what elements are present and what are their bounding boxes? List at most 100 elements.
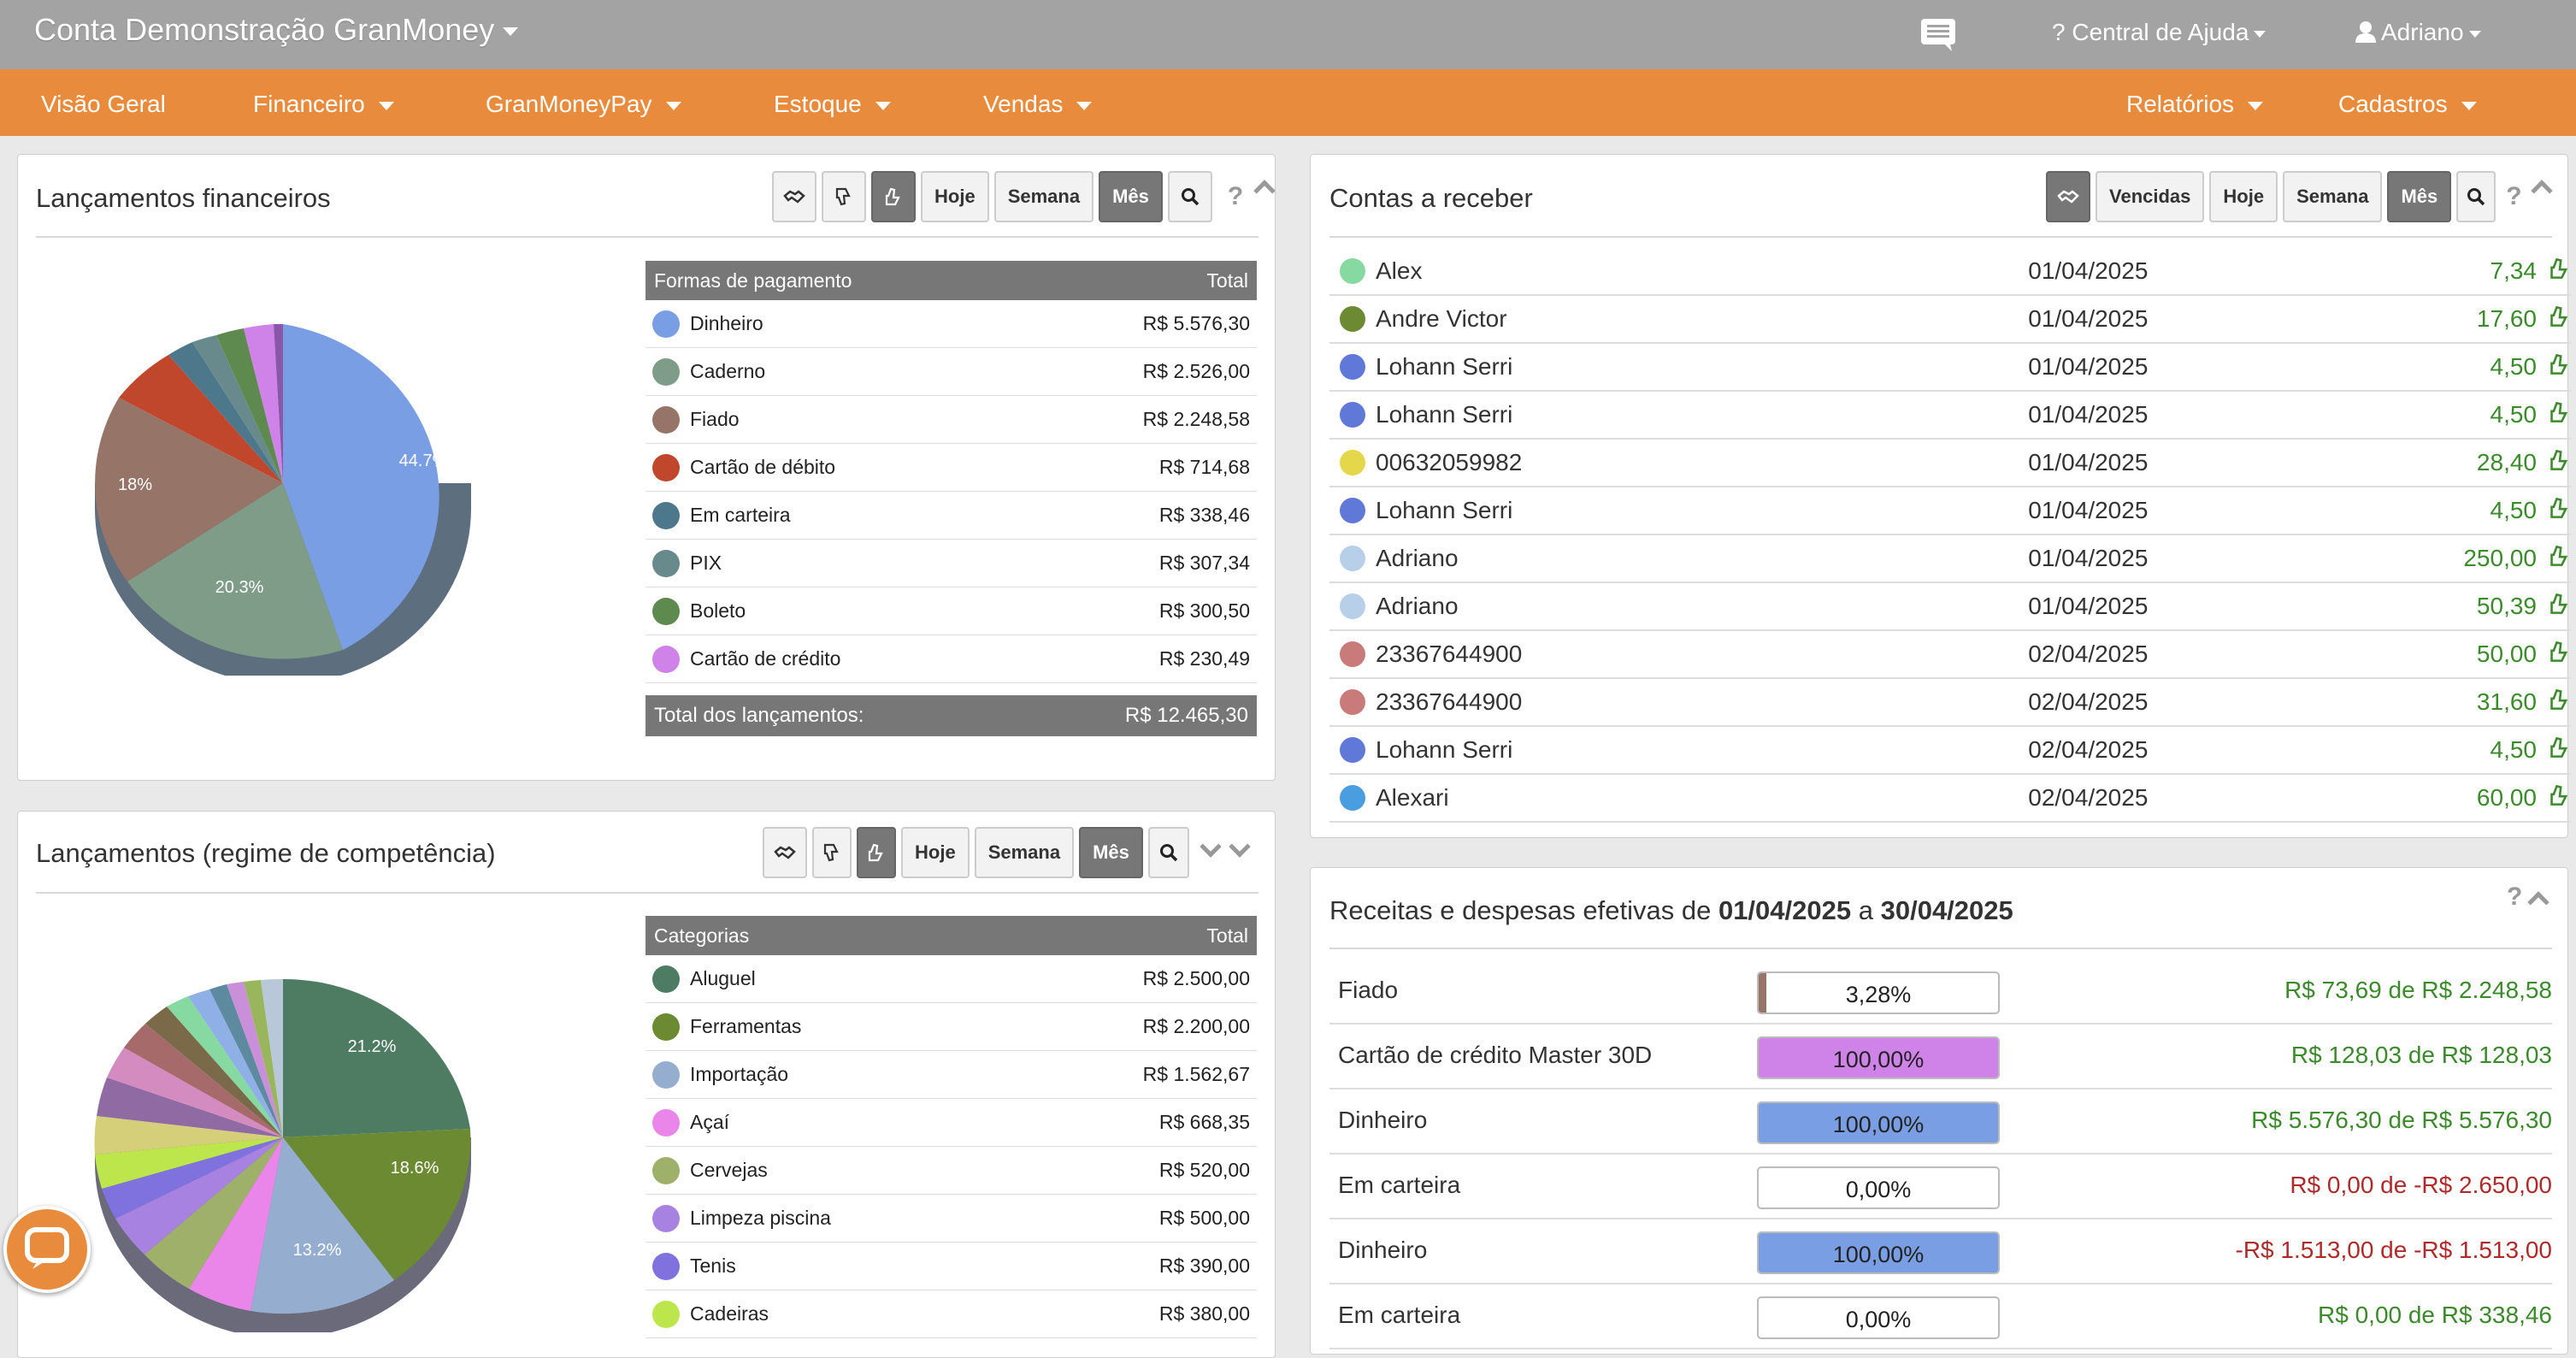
thumbs-up-icon[interactable] [2549,353,2571,381]
user-menu[interactable]: Adriano [2355,19,2481,46]
column-header: Categorias [654,924,750,947]
overdue-button[interactable]: Vencidas [2096,171,2205,222]
color-swatch [1340,306,1365,332]
thumbs-up-icon[interactable] [2549,736,2571,765]
nav-visao-geral[interactable]: Visão Geral [41,91,166,118]
thumbs-up-icon [868,843,883,862]
help-icon[interactable]: ? [2506,171,2521,222]
table-row[interactable]: Adriano 01/04/2025 250,00 [1329,535,2571,583]
table-row[interactable]: Cartão de débito R$ 714,68 [645,444,1257,492]
income-filter-button[interactable] [857,827,896,878]
nav-financeiro[interactable]: Financeiro [253,91,394,118]
table-row[interactable]: Caderno R$ 2.526,00 [645,348,1257,396]
amount-summary: R$ 73,69 de R$ 2.248,58 [2284,977,2552,1003]
client-name: Lohann Serri [1376,353,1513,380]
table-row[interactable]: Lohann Serri 01/04/2025 4,50 [1329,487,2571,535]
table-row[interactable]: 23367644900 02/04/2025 50,00 [1329,631,2571,679]
week-button[interactable]: Semana [974,827,1075,878]
help-icon[interactable]: ? [2507,883,2522,912]
table-row[interactable]: Alexari 02/04/2025 60,00 [1329,775,2571,823]
table-row[interactable]: Alex 01/04/2025 7,34 [1329,248,2571,296]
table-row[interactable]: PIX R$ 307,34 [645,540,1257,587]
thumbs-up-icon[interactable] [2549,641,2571,669]
progress-bar: 3,28% [1757,971,2000,1014]
table-row[interactable]: Tenis R$ 390,00 [645,1243,1257,1290]
account-label: Dinheiro [1338,1237,1428,1263]
week-button[interactable]: Semana [993,171,1094,222]
today-button[interactable]: Hoje [2209,171,2278,222]
thumbs-up-icon[interactable] [2549,401,2571,429]
overdue-filter-button[interactable] [2046,171,2090,222]
thumbs-up-icon[interactable] [2549,593,2571,621]
table-row[interactable]: Boleto R$ 300,50 [645,587,1257,635]
search-button[interactable] [1167,171,1212,222]
expand-icon[interactable] [1200,835,1222,858]
chat-button[interactable] [3,1206,91,1293]
month-button[interactable]: Mês [2387,171,2452,222]
week-button[interactable]: Semana [2283,171,2383,222]
expenses-filter-button[interactable] [822,171,866,222]
pie-label: 44.7% [399,452,448,470]
row-label: Cadeiras [690,1302,769,1325]
thumbs-up-icon[interactable] [2549,784,2571,812]
nav-relatorios[interactable]: Relatórios [2126,91,2264,118]
color-swatch [652,1252,680,1280]
table-row[interactable]: Lohann Serri 01/04/2025 4,50 [1329,392,2571,440]
table-row[interactable]: 23367644900 02/04/2025 31,60 [1329,679,2571,727]
row-value: R$ 2.500,00 [1142,967,1250,989]
thumbs-up-icon[interactable] [2549,497,2571,525]
all-filter-button[interactable] [763,827,807,878]
expand-icon[interactable] [1229,835,1251,858]
thumbs-up-icon[interactable] [2549,305,2571,334]
row-value: R$ 338,46 [1158,504,1250,526]
nav-granmoneypay[interactable]: GranMoneyPay [486,91,681,118]
search-button[interactable] [1147,827,1189,878]
row-label: PIX [690,552,722,574]
color-swatch [1340,354,1365,380]
search-button[interactable] [2456,171,2496,222]
table-row[interactable]: Fiado R$ 2.248,58 [645,396,1257,444]
table-row[interactable]: 00632059982 01/04/2025 28,40 [1329,440,2571,487]
table-row[interactable]: Dinheiro R$ 5.576,30 [645,300,1257,348]
table-row[interactable]: Lohann Serri 02/04/2025 4,50 [1329,727,2571,775]
thumbs-up-icon[interactable] [2549,257,2571,286]
collapse-icon[interactable] [1253,180,1276,202]
help-icon[interactable]: ? [1228,171,1243,222]
table-row[interactable]: Cervejas R$ 520,00 [645,1147,1257,1195]
amount: 7,34 [2490,257,2538,284]
nav-cadastros[interactable]: Cadastros [2338,91,2477,118]
account-selector[interactable]: Conta Demonstração GranMoney [34,12,519,48]
all-filter-button[interactable] [772,171,816,222]
help-center-menu[interactable]: ? Central de Ajuda [2052,19,2267,46]
table-row[interactable]: Aluguel R$ 2.500,00 [645,955,1257,1003]
table-row[interactable]: Andre Victor 01/04/2025 17,60 [1329,296,2571,344]
table-row[interactable]: Cadeiras R$ 380,00 [645,1290,1257,1338]
messages-icon[interactable] [1919,17,1957,51]
nav-vendas[interactable]: Vendas [983,91,1093,118]
table-row[interactable]: Cartão de crédito R$ 230,49 [645,635,1257,683]
month-button[interactable]: Mês [1079,827,1143,878]
table-row[interactable]: Importação R$ 1.562,67 [645,1051,1257,1099]
table-row: Cartão de crédito Master 30D 100,00% R$ 12… [1329,1024,2552,1089]
thumbs-up-icon[interactable] [2549,688,2571,717]
table-row[interactable]: Em carteira R$ 338,46 [645,492,1257,540]
client-name: Alex [1376,257,1423,284]
month-button[interactable]: Mês [1099,171,1163,222]
table-row[interactable]: Limpeza piscina R$ 500,00 [645,1195,1257,1243]
table-row[interactable]: Lohann Serri 01/04/2025 4,50 [1329,344,2571,392]
today-button[interactable]: Hoje [921,171,989,222]
collapse-icon[interactable] [2530,180,2553,202]
income-filter-button[interactable] [871,171,916,222]
search-icon [2467,188,2485,206]
thumbs-up-icon[interactable] [2549,449,2571,477]
nav-estoque[interactable]: Estoque [774,91,891,118]
table-row[interactable]: Açaí R$ 668,35 [645,1099,1257,1147]
expenses-filter-button[interactable] [812,827,852,878]
progress-percent: 0,00% [1845,1307,1912,1332]
table-row[interactable]: Adriano 01/04/2025 50,39 [1329,583,2571,631]
table-row[interactable]: Ferramentas R$ 2.200,00 [645,1003,1257,1051]
today-button[interactable]: Hoje [901,827,970,878]
thumbs-up-icon[interactable] [2549,545,2571,573]
table-row: Fiado 3,28% R$ 73,69 de R$ 2.248,58 [1329,959,2552,1024]
color-swatch [652,965,680,993]
